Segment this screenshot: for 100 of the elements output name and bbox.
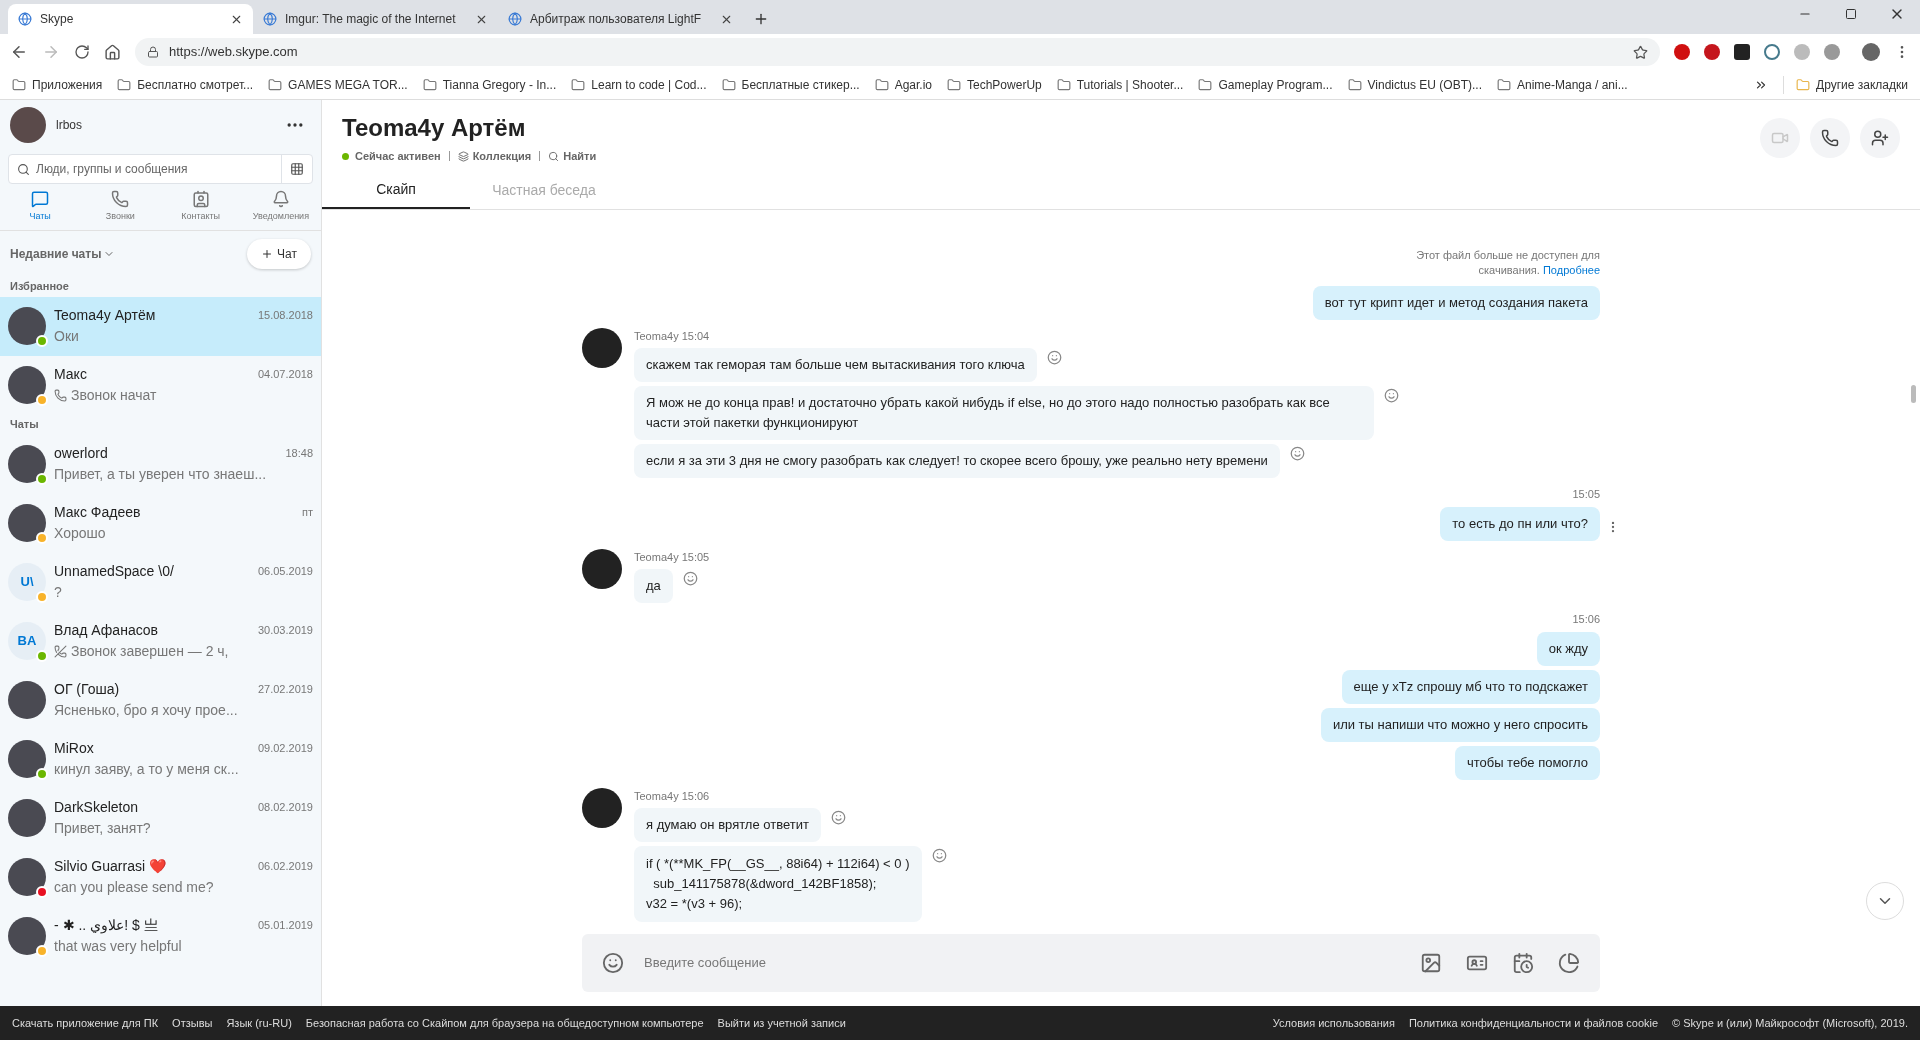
footer-link[interactable]: Условия использования xyxy=(1272,1014,1395,1032)
chat-list-item[interactable]: BA Влад Афанасов 30.03.2019 Звонок завершен — 2 ч, xyxy=(0,611,321,671)
bookmark[interactable]: Бесплатно смотрет... xyxy=(117,75,254,94)
back-icon[interactable] xyxy=(10,43,28,61)
bookmark[interactable]: Anime-Manga / ani... xyxy=(1497,75,1628,94)
gallery-link[interactable]: Коллекция xyxy=(457,148,532,165)
chat-date: 09.02.2019 xyxy=(257,741,313,757)
chat-list-item[interactable]: U\ UnnamedSpace \0/ 06.05.2019 ? xyxy=(0,552,321,612)
smiley-icon[interactable] xyxy=(1046,350,1062,365)
tab-title: Imgur: The magic of the Internet xyxy=(285,11,457,28)
chat-list-item[interactable]: MiRox 09.02.2019 кинул заяву, а то у меня ск... xyxy=(0,729,321,789)
more-link[interactable]: Подробнее xyxy=(1542,263,1600,276)
recent-chats-label[interactable]: Недавние чаты xyxy=(10,244,116,263)
footer-link[interactable]: Язык (ru-RU) xyxy=(226,1014,292,1032)
scrollbar-thumb[interactable] xyxy=(1911,384,1916,403)
search-bar[interactable]: Люди, группы и сообщения xyxy=(8,154,313,184)
new-chat-button[interactable]: Чат xyxy=(247,238,311,269)
footer-link[interactable]: Безопасная работа со Скайпом для браузера на общедоступном компьютере xyxy=(305,1014,704,1032)
new-tab-icon[interactable] xyxy=(753,11,769,27)
reload-icon[interactable] xyxy=(74,44,90,60)
home-icon[interactable] xyxy=(104,43,121,61)
url-text: https://web.skype.com xyxy=(169,43,299,62)
smiley-icon[interactable] xyxy=(1384,388,1399,403)
bookmark[interactable]: GAMES MEGA TOR... xyxy=(268,75,408,94)
contact-name: Teoma4y Артём xyxy=(54,306,156,325)
bookmark[interactable]: Бесплатные стикер... xyxy=(721,75,860,94)
chat-list-item[interactable]: owerlord 18:48 Привет, а ты уверен что знаеш... xyxy=(0,434,321,494)
chat-list-item[interactable]: DarkSkeleton 08.02.2019 Привет, занят? xyxy=(0,788,321,848)
bookmark[interactable]: Tutorials | Shooter... xyxy=(1056,75,1184,94)
footer-link[interactable]: Скачать приложение для ПК xyxy=(12,1014,159,1032)
chat-list-item[interactable]: Макс Фадеев пт Хорошо xyxy=(0,493,321,553)
phone-icon xyxy=(1821,129,1839,147)
address-bar[interactable]: https://web.skype.com xyxy=(135,38,1660,66)
extension-icon[interactable] xyxy=(1674,44,1690,60)
message-preview: Звонок завершен — 2 ч, xyxy=(71,642,229,661)
chat-date: 08.02.2019 xyxy=(257,800,313,816)
browser-tab[interactable]: Imgur: The magic of the Internet xyxy=(253,4,498,34)
chat-tab[interactable]: Скайп xyxy=(322,172,470,209)
footer-link[interactable]: Отзывы xyxy=(172,1014,213,1032)
dialpad-icon[interactable] xyxy=(290,162,304,176)
chat-date: 27.02.2019 xyxy=(257,682,313,698)
footer-link[interactable]: © Skype и (или) Майкрософт (Microsoft), 2019. xyxy=(1672,1014,1908,1032)
bookmark[interactable]: Tianna Gregory - In... xyxy=(422,75,557,94)
message-bubble: то есть до пн или что? xyxy=(1440,506,1600,541)
smiley-icon[interactable] xyxy=(931,848,947,863)
browser-tab[interactable]: Арбитраж пользователя LightF xyxy=(498,4,743,34)
nav-tab[interactable]: Чаты xyxy=(0,190,81,224)
message-preview: Привет, а ты уверен что знаеш... xyxy=(54,465,267,484)
extension-icon[interactable] xyxy=(1824,44,1840,60)
find-link[interactable]: Найти xyxy=(548,148,597,165)
chat-list-item[interactable]: ОГ (Гоша) 27.02.2019 Ясненько, бро я хочу прое... xyxy=(0,670,321,730)
chat-list-item[interactable]: Макс 04.07.2018 Звонок начат xyxy=(0,355,321,415)
chat-icon xyxy=(31,190,50,208)
contact-name: Макс xyxy=(54,365,87,384)
calendar-icon[interactable] xyxy=(1512,952,1534,974)
contact-name: Макс Фадеев xyxy=(54,503,141,522)
browser-tab[interactable]: Skype xyxy=(8,4,253,34)
extension-icon[interactable] xyxy=(1734,44,1750,60)
tab-title: Арбитраж пользователя LightF xyxy=(530,11,703,28)
message-preview: Ясненько, бро я хочу прое... xyxy=(54,701,238,720)
nav-tab[interactable]: Контакты xyxy=(160,190,241,224)
bookmark[interactable]: Learn to code | Cod... xyxy=(571,75,707,94)
presence-status: Сейчас активен xyxy=(355,149,441,164)
smiley-icon[interactable] xyxy=(602,952,624,974)
plus-icon xyxy=(261,247,274,260)
avatar-initials: BA xyxy=(8,622,46,660)
chat-date: пт xyxy=(302,505,313,521)
message-preview: Оки xyxy=(54,327,79,346)
image-icon[interactable] xyxy=(1420,952,1442,974)
bookmark[interactable]: Другие закладки xyxy=(1783,75,1908,94)
message-bubble: еще у xTz спрошу мб что то подскажет xyxy=(1341,669,1600,704)
nav-tab[interactable]: Звонки xyxy=(80,190,161,224)
call-button[interactable] xyxy=(1810,118,1850,158)
code-line: if ( *(**MK_FP(__GS__, 88i64) + 112i64) < 0 ) xyxy=(646,855,910,873)
section-title: Избранное xyxy=(9,279,70,295)
star-icon[interactable] xyxy=(1633,44,1648,60)
bookmark[interactable]: Gameplay Program... xyxy=(1198,75,1333,94)
smiley-icon[interactable] xyxy=(830,810,846,825)
bookmark[interactable]: Приложения xyxy=(12,75,103,94)
chat-list-item[interactable]: Teoma4y Артём 15.08.2018 Оки xyxy=(0,296,321,356)
sender-time: Teoma4y 15:04 xyxy=(634,328,710,344)
contact-name: owerlord xyxy=(54,444,108,463)
extension-icon[interactable] xyxy=(1704,44,1720,60)
smiley-icon[interactable] xyxy=(1289,446,1305,461)
nav-tab[interactable]: Уведомления xyxy=(240,190,321,224)
bell-icon xyxy=(271,190,290,208)
footer-link[interactable]: Политика конфиденциальности и файлов cookie xyxy=(1408,1014,1659,1032)
profile-name: lrbos xyxy=(56,117,83,134)
add-people-button[interactable] xyxy=(1860,118,1900,158)
extension-icon[interactable] xyxy=(1764,44,1780,60)
footer-link[interactable]: Выйти из учетной записи xyxy=(717,1014,846,1032)
chat-list-item[interactable]: Silvio Guarrasi ❤ 06.02.2019 can you please send me? xyxy=(0,847,321,907)
smiley-icon[interactable] xyxy=(682,571,698,586)
message-input[interactable]: Введите сообщение xyxy=(644,953,1406,973)
bookmark[interactable]: Agar.io xyxy=(874,75,932,94)
poll-icon[interactable] xyxy=(1558,952,1580,974)
search-input[interactable]: Люди, группы и сообщения xyxy=(36,160,281,178)
message-composer[interactable]: Введите сообщение xyxy=(582,934,1600,992)
bookmark[interactable]: TechPowerUp xyxy=(947,75,1042,94)
bookmark[interactable]: Vindictus EU (OBT)... xyxy=(1347,75,1482,94)
